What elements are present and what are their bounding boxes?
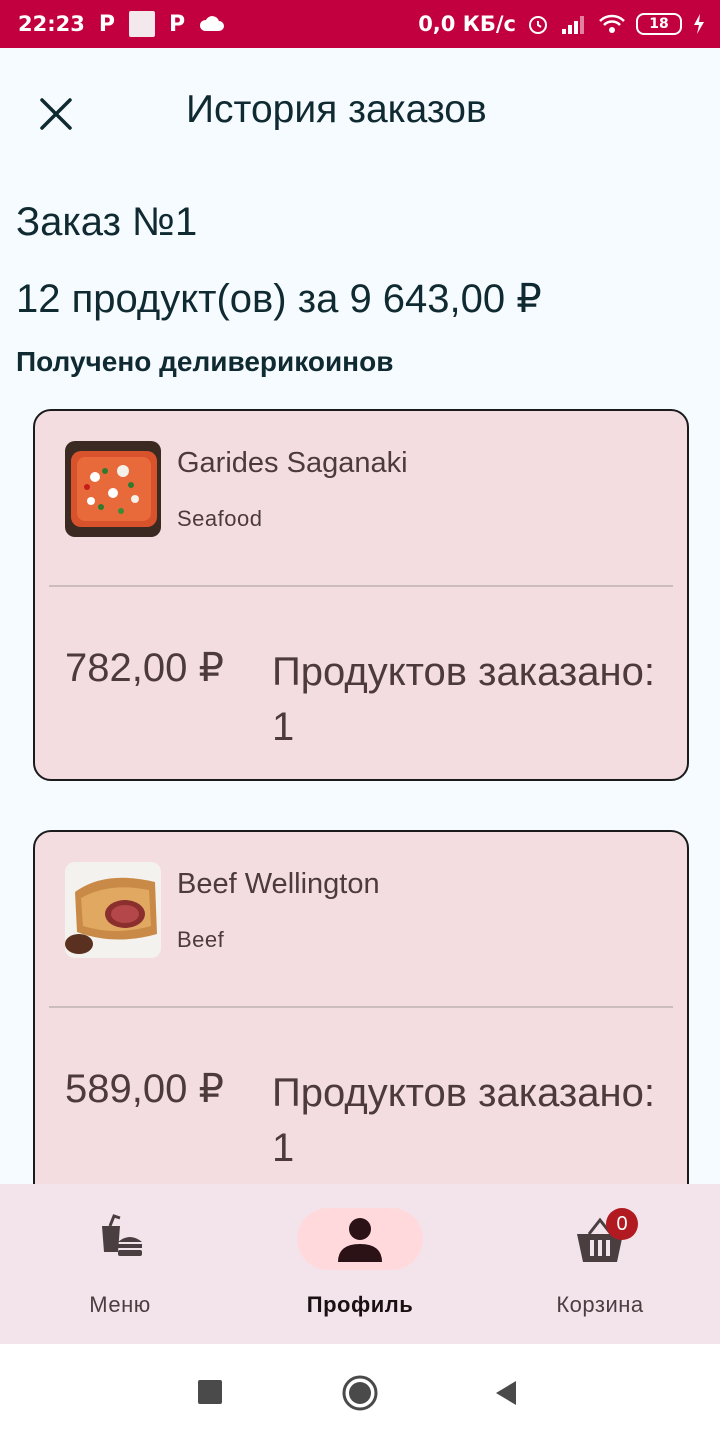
cart-count-badge: 0 — [606, 1208, 638, 1240]
item-quantity: Продуктов заказано: 1 — [272, 1071, 655, 1170]
order-item-card[interactable]: Garides Saganaki Seafood 782,00 ₽ Продук… — [33, 409, 689, 781]
garides-saganaki-photo — [65, 441, 161, 537]
status-app-icon-2: P — [168, 11, 186, 37]
home-icon[interactable] — [341, 1374, 379, 1412]
nav-item-profile[interactable]: Профиль — [240, 1184, 480, 1344]
divider — [49, 1006, 673, 1008]
back-icon[interactable] — [494, 1380, 518, 1406]
beef-wellington-photo — [65, 862, 161, 958]
nav-item-cart[interactable]: 0 Корзина — [480, 1184, 720, 1344]
order-item-card[interactable]: Beef Wellington Beef 589,00 ₽ Продуктов … — [33, 830, 689, 1202]
top-app-bar: История заказов — [0, 48, 720, 180]
fastfood-icon — [102, 1214, 142, 1256]
item-name: Garides Saganaki — [177, 447, 408, 479]
system-navigation-bar — [0, 1344, 720, 1440]
bottom-navigation: Меню Профиль 0 Корзина — [0, 1184, 720, 1344]
alarm-icon — [529, 16, 547, 34]
status-app-icon-1: P — [98, 11, 115, 37]
nav-label-cart: Корзина — [556, 1292, 644, 1317]
page-title: История заказов — [186, 88, 487, 131]
nav-item-menu[interactable]: Меню — [0, 1184, 240, 1344]
item-quantity: Продуктов заказано: 1 — [272, 650, 655, 749]
nav-label-menu: Меню — [89, 1292, 151, 1317]
signal-icon — [562, 16, 584, 34]
wifi-icon — [599, 14, 625, 33]
status-bar: 22:23 P P 0,0 КБ/с 18 — [0, 0, 720, 48]
recents-icon[interactable] — [198, 1380, 222, 1404]
cloud-icon — [200, 16, 225, 31]
item-price: 782,00 ₽ — [65, 646, 224, 690]
person-icon — [338, 1218, 382, 1262]
divider — [49, 585, 673, 587]
battery-indicator: 18 — [636, 13, 682, 35]
close-icon[interactable] — [34, 92, 78, 136]
item-name: Beef Wellington — [177, 868, 380, 900]
nav-label-profile: Профиль — [306, 1292, 414, 1317]
item-price: 589,00 ₽ — [65, 1067, 224, 1111]
item-category: Seafood — [177, 506, 263, 531]
order-summary: 12 продукт(ов) за 9 643,00 ₽ — [16, 277, 542, 321]
status-app-icon-square — [128, 11, 155, 37]
network-speed: 0,0 КБ/с — [418, 12, 516, 36]
coins-label: Получено деливерикоинов — [16, 346, 394, 377]
item-category: Beef — [177, 927, 225, 952]
charging-icon — [694, 14, 704, 34]
order-title: Заказ №1 — [16, 200, 198, 244]
status-time: 22:23 — [18, 12, 85, 36]
